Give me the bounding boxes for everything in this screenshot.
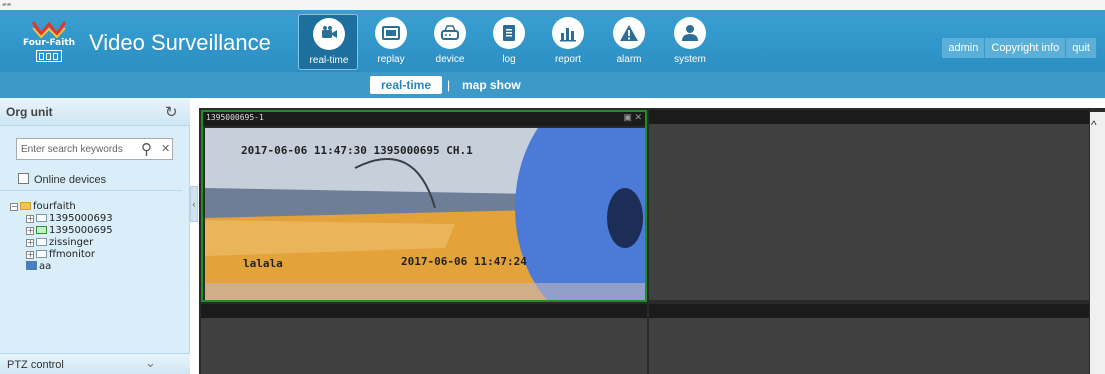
tree-node-label: aa bbox=[39, 261, 52, 272]
nav-log[interactable]: log bbox=[479, 14, 539, 70]
nav-real-time[interactable]: real-time bbox=[298, 14, 358, 70]
document-icon bbox=[493, 17, 525, 49]
video-cell-header: 1395000695-1 ▣ ✕ bbox=[203, 112, 645, 126]
sidebar-header: Org unit ↻ bbox=[0, 98, 190, 126]
nav-label: replay bbox=[377, 54, 405, 65]
tree-node-device[interactable]: +1395000693 bbox=[10, 213, 113, 225]
tab-separator: | bbox=[447, 78, 451, 92]
nav-label: report bbox=[554, 54, 582, 65]
expand-toggle-icon[interactable]: + bbox=[26, 215, 34, 223]
double-chevron-down-icon[interactable]: ⌄ bbox=[145, 355, 156, 371]
checkbox-icon[interactable] bbox=[18, 173, 29, 184]
logo-text: Four-Faith bbox=[22, 38, 76, 48]
nav-label: alarm bbox=[616, 54, 642, 65]
video-cell[interactable] bbox=[649, 304, 1089, 374]
video-cell-header bbox=[649, 304, 1089, 318]
favicon-icon: ▰▰ bbox=[2, 1, 12, 8]
header-bar: Four-Faith Video Surveillance real-time … bbox=[0, 10, 1105, 72]
film-icon bbox=[375, 17, 407, 49]
copyright-info-button[interactable]: Copyright info bbox=[985, 38, 1067, 58]
ptz-control-label: PTZ control bbox=[7, 359, 64, 371]
scroll-up-icon[interactable]: ^ bbox=[1091, 118, 1097, 132]
header-buttons: admin Copyright info quit bbox=[942, 38, 1097, 58]
ptz-control-panel[interactable]: PTZ control ⌄ bbox=[0, 353, 190, 374]
online-devices-checkbox[interactable]: Online devices bbox=[18, 173, 106, 186]
osd-bottom-left: lalala bbox=[243, 257, 283, 270]
nav-label: log bbox=[502, 54, 516, 65]
nav-report[interactable]: report bbox=[538, 14, 598, 70]
nav-replay[interactable]: replay bbox=[361, 14, 421, 70]
device-online-icon bbox=[36, 226, 47, 234]
org-unit-sidebar: Org unit ↻ ⚲ ✕ Online devices − fourfaith… bbox=[0, 98, 190, 374]
quit-button[interactable]: quit bbox=[1066, 38, 1097, 58]
cell-controls: ▣ ✕ bbox=[623, 112, 642, 123]
nav-device[interactable]: device bbox=[420, 14, 480, 70]
snapshot-icon[interactable]: ▣ bbox=[623, 112, 632, 122]
app-window: ▰▰ Four-Faith Video Surveillance real-ti… bbox=[0, 0, 1105, 374]
video-cell[interactable] bbox=[201, 304, 647, 374]
tree-node-device[interactable]: + zissinger bbox=[10, 237, 113, 249]
expand-toggle-icon[interactable]: + bbox=[26, 227, 34, 235]
tree-node-root[interactable]: − fourfaith bbox=[10, 201, 113, 213]
nav-label: real-time bbox=[309, 55, 349, 66]
tree-node-device[interactable]: +1395000695 bbox=[10, 225, 113, 237]
search-icon[interactable]: ⚲ bbox=[141, 140, 152, 158]
bar-chart-icon bbox=[552, 17, 584, 49]
user-icon bbox=[674, 17, 706, 49]
logo-chinese-mark bbox=[36, 50, 62, 62]
divider bbox=[0, 190, 182, 191]
sub-nav-bar: real-time | map show bbox=[0, 72, 1105, 98]
clear-icon[interactable]: ✕ bbox=[161, 142, 170, 155]
video-cell-header bbox=[649, 110, 1089, 124]
tree-node-label: 1395000693 bbox=[49, 213, 113, 224]
collapse-toggle-icon[interactable]: − bbox=[10, 203, 18, 211]
tab-map-show[interactable]: map show bbox=[462, 76, 521, 94]
admin-button[interactable]: admin bbox=[942, 38, 986, 58]
brand-logo: Four-Faith bbox=[18, 18, 80, 66]
close-icon[interactable]: ✕ bbox=[634, 112, 642, 122]
folder-icon bbox=[20, 202, 31, 210]
tree-node-label: 1395000695 bbox=[49, 225, 113, 236]
tree-node-label: zissinger bbox=[49, 237, 94, 248]
expand-toggle-icon[interactable]: + bbox=[26, 251, 34, 259]
tree-node-label: fourfaith bbox=[33, 201, 76, 212]
search-input[interactable] bbox=[21, 142, 133, 157]
group-icon bbox=[26, 261, 37, 270]
search-box: ⚲ ✕ bbox=[16, 138, 173, 160]
camera-icon bbox=[313, 18, 345, 50]
video-cell-active[interactable]: 1395000695-1 ▣ ✕ 2017-06-06 11:47:30 139… bbox=[201, 110, 647, 302]
video-cell[interactable] bbox=[649, 110, 1089, 300]
org-tree: − fourfaith +1395000693 +1395000695 + ziss… bbox=[10, 201, 113, 273]
router-icon bbox=[434, 17, 466, 49]
app-title: Video Surveillance bbox=[89, 30, 271, 55]
nav-alarm[interactable]: alarm bbox=[599, 14, 659, 70]
nav-label: device bbox=[435, 54, 465, 65]
video-cell-header bbox=[201, 304, 647, 318]
video-grid: 1395000695-1 ▣ ✕ 2017-06-06 11:47:30 139… bbox=[199, 108, 1105, 374]
sidebar-title: Org unit bbox=[6, 105, 53, 119]
nav-label: system bbox=[674, 54, 706, 65]
tree-node-group[interactable]: aa bbox=[10, 261, 113, 273]
sidebar-collapse-handle[interactable]: ‹ bbox=[190, 186, 198, 222]
video-stream: 2017-06-06 11:47:30 1395000695 CH.1 lala… bbox=[205, 128, 645, 300]
online-devices-label: Online devices bbox=[34, 174, 107, 186]
refresh-icon[interactable]: ↻ bbox=[165, 103, 178, 121]
vertical-scrollbar[interactable] bbox=[1090, 112, 1105, 374]
device-offline-icon bbox=[36, 238, 47, 246]
expand-toggle-icon[interactable]: + bbox=[26, 239, 34, 247]
tree-node-device[interactable]: + ffmonitor bbox=[10, 249, 113, 261]
channel-name: 1395000695-1 bbox=[206, 113, 264, 122]
top-strip: ▰▰ bbox=[0, 0, 1105, 10]
logo-mark-icon bbox=[32, 21, 66, 38]
nav-system[interactable]: system bbox=[660, 14, 720, 70]
osd-bottom-right: 2017-06-06 11:47:24 bbox=[401, 255, 527, 268]
tab-real-time[interactable]: real-time bbox=[370, 76, 442, 94]
tree-node-label: ffmonitor bbox=[49, 249, 96, 260]
warning-icon bbox=[613, 17, 645, 49]
device-offline-icon bbox=[36, 214, 47, 222]
osd-top-text: 2017-06-06 11:47:30 1395000695 CH.1 bbox=[241, 144, 473, 157]
device-offline-icon bbox=[36, 250, 47, 258]
